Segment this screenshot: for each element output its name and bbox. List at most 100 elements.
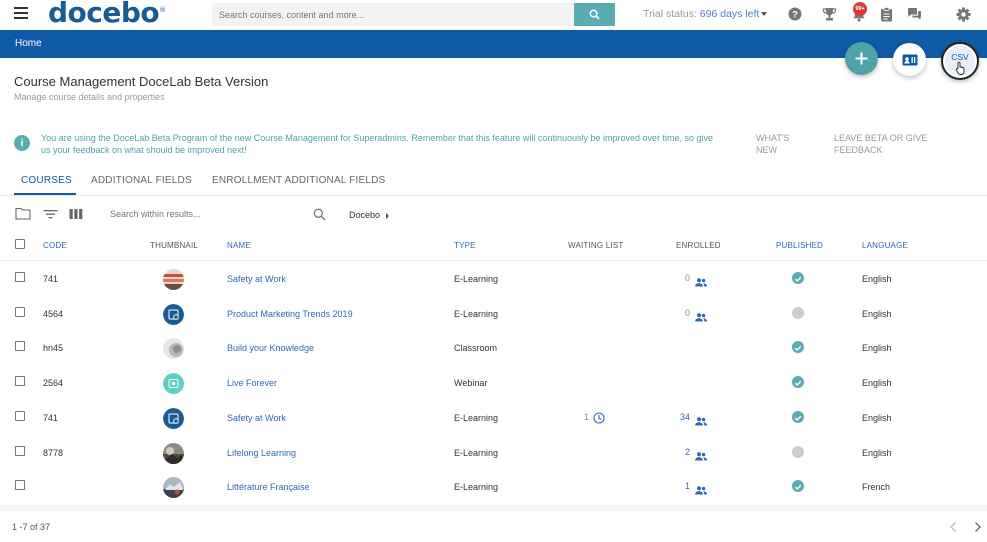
course-language: English [862,412,892,423]
enrolled-count[interactable]: 34 [680,412,690,422]
row-checkbox[interactable] [15,410,25,421]
row-checkbox[interactable] [15,341,25,352]
clock-icon[interactable] [593,411,605,429]
header-name[interactable]: NAME [227,241,251,250]
tab-enrollment-additional-fields[interactable]: ENROLLMENT ADDITIONAL FIELDS [212,175,385,186]
table-row[interactable]: 8778 Lifelong Learning E-Learning 2 English [0,435,987,470]
table-header: CODE THUMBNAIL NAME TYPE WAITING LIST EN… [0,235,987,261]
plus-icon [855,52,868,65]
enrolled-count[interactable]: 0 [685,308,690,318]
course-language: English [862,343,892,354]
top-bar: docebo® Trial status: 696 days left ? 99… [0,0,987,30]
row-checkbox[interactable] [15,480,25,491]
published-check-icon[interactable] [792,376,804,389]
menu-icon[interactable] [14,7,28,19]
results-search-input[interactable] [110,209,305,219]
course-type: E-Learning [454,447,499,458]
users-icon[interactable] [695,309,708,327]
filter-icon[interactable] [43,207,58,225]
manage-cards-button[interactable] [893,43,926,76]
docebo-logo[interactable]: docebo® [48,0,166,29]
unpublished-dot-icon[interactable] [792,445,804,458]
users-icon[interactable] [695,274,708,292]
trophy-icon[interactable] [821,6,837,22]
info-icon: i [14,135,30,151]
published-check-icon[interactable] [792,341,804,354]
table-row[interactable]: 741 Safety at Work E-Learning 0 English [0,261,987,296]
table-row[interactable]: 4564 Product Marketing Trends 2019 E-Learn… [0,296,987,331]
results-search-icon[interactable] [313,208,326,226]
table-row[interactable]: 741 Safety at Work E-Learning 1 34 English [0,400,987,435]
leave-beta-link[interactable]: LEAVE BETA OR GIVE FEEDBACK [834,132,954,156]
header-published[interactable]: PUBLISHED [776,241,823,250]
users-icon[interactable] [695,482,708,500]
global-search-input[interactable] [212,3,574,26]
course-code: 4564 [43,308,64,319]
course-thumbnail [163,269,184,290]
table-row[interactable]: Littérature Française E-Learning 1 French [0,469,987,504]
header-thumbnail: THUMBNAIL [150,241,199,250]
select-all-checkbox[interactable] [15,239,25,249]
trial-status[interactable]: Trial status: 696 days left [643,8,768,20]
course-name-link[interactable]: Safety at Work [227,413,286,423]
tab-additional-fields[interactable]: ADDITIONAL FIELDS [91,175,192,186]
course-name-link[interactable]: Littérature Française [227,482,310,492]
notifications-badge: 99+ [853,2,867,16]
course-thumbnail [163,477,184,499]
columns-icon[interactable] [69,207,83,225]
published-check-icon[interactable] [792,410,804,423]
waiting-list-count[interactable]: 1 [584,412,589,422]
clipboard-icon[interactable] [878,6,894,22]
table-row[interactable]: 2564 Live Forever Webinar English [0,365,987,400]
tab-courses[interactable]: COURSES [21,175,72,186]
gear-icon[interactable] [955,6,971,22]
row-checkbox[interactable] [15,272,25,282]
branch-breadcrumb[interactable]: Docebo [349,210,390,220]
search-icon [589,9,600,20]
course-type: Webinar [454,378,488,389]
table-row[interactable]: hn45 Build your Knowledge Classroom English [0,330,987,365]
prev-page-icon[interactable] [949,520,959,532]
course-type: E-Learning [454,412,499,423]
id-card-icon [902,54,917,65]
global-search-button[interactable] [574,3,615,26]
header-language[interactable]: LANGUAGE [862,241,908,250]
row-checkbox[interactable] [15,306,25,317]
enrolled-count[interactable]: 0 [685,273,690,283]
course-name-link[interactable]: Build your Knowledge [227,343,314,353]
next-page-icon[interactable] [974,520,984,532]
row-checkbox[interactable] [15,445,25,456]
course-thumbnail [163,303,184,325]
course-name-link[interactable]: Safety at Work [227,274,286,284]
published-check-icon[interactable] [792,480,804,493]
unpublished-dot-icon[interactable] [792,306,804,319]
header-type[interactable]: TYPE [454,241,476,250]
header-code[interactable]: CODE [43,241,67,250]
header-enrolled: ENROLLED [676,241,721,250]
branch-label: Docebo [349,210,381,220]
whats-new-link[interactable]: WHAT'S NEW [756,132,806,156]
users-icon[interactable] [695,413,708,431]
course-code: 2564 [43,378,64,389]
course-language: English [862,378,892,389]
beta-banner-text: You are using the DoceLab Beta Program o… [41,133,714,155]
breadcrumb-bar: Home [0,30,987,58]
help-icon[interactable]: ? [787,6,803,22]
breadcrumb-home[interactable]: Home [15,38,42,49]
chat-icon[interactable] [906,6,922,22]
course-thumbnail [163,407,184,429]
enrolled-count[interactable]: 1 [685,481,690,491]
add-course-button[interactable] [845,42,878,75]
course-thumbnail [163,338,184,360]
enrolled-count[interactable]: 2 [685,447,690,457]
course-thumbnail [163,373,184,395]
published-check-icon[interactable] [792,272,804,284]
course-name-link[interactable]: Lifelong Learning [227,448,296,458]
course-language: French [862,482,891,493]
row-checkbox[interactable] [15,376,25,387]
course-name-link[interactable]: Product Marketing Trends 2019 [227,309,353,319]
folder-icon[interactable] [15,207,31,225]
course-name-link[interactable]: Live Forever [227,378,277,388]
users-icon[interactable] [695,448,708,466]
header-waiting-list: WAITING LIST [568,241,624,250]
